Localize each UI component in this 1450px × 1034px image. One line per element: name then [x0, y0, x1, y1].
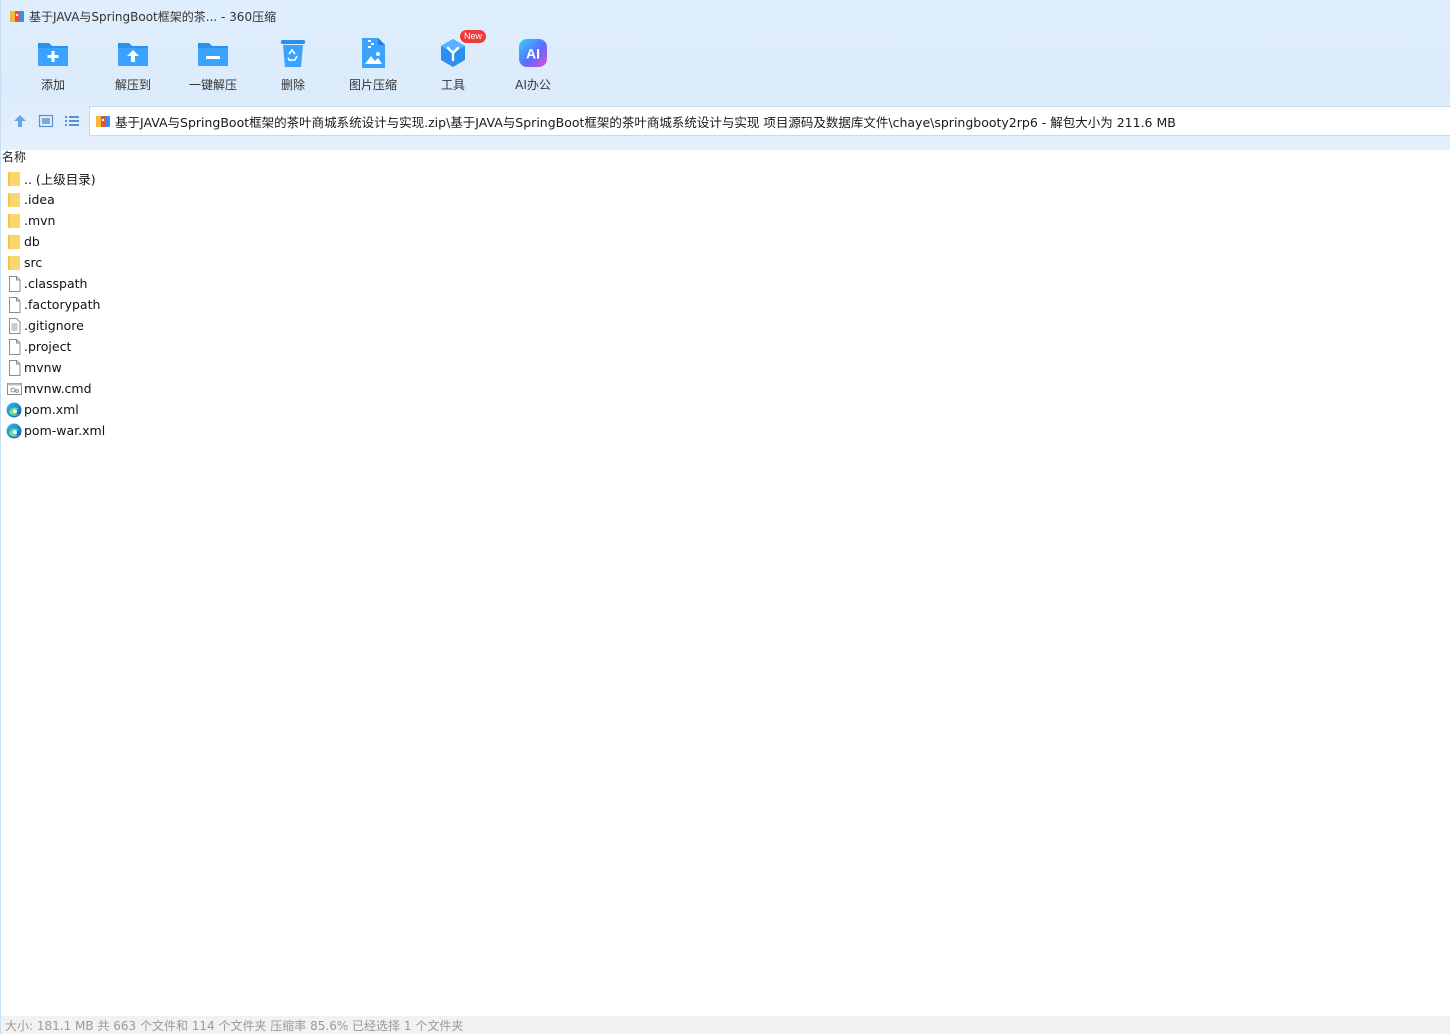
archive-icon [9, 8, 25, 24]
tools-icon: New [436, 30, 486, 70]
add-button[interactable]: 添加 [13, 36, 93, 100]
file-name: mvnw.cmd [24, 381, 92, 396]
ai-office-label: AI办公 [515, 78, 551, 92]
toolbar: 添加 解压到 一键解压 删除 图片压缩 New 工具 AI AI办公 [13, 30, 573, 100]
folder-icon [6, 212, 22, 230]
file-name: .project [24, 339, 72, 354]
ai-office-icon: AI [516, 36, 550, 70]
status-bar: 大小: 181.1 MB 共 663 个文件和 114 个文件夹 压缩率 85.… [1, 1016, 1450, 1034]
arrow-up-icon [14, 115, 26, 127]
title-bar: 基于JAVA与SpringBoot框架的茶... - 360压缩 [1, 0, 1450, 32]
add-label: 添加 [40, 78, 65, 92]
folder-icon [6, 233, 22, 251]
one-click-extract-icon [196, 36, 230, 70]
list-item[interactable]: db [1, 231, 601, 252]
list-item[interactable]: mvnw [1, 357, 601, 378]
navigation-bar: 基于JAVA与SpringBoot框架的茶叶商城系统设计与实现.zip\基于JA… [1, 106, 1450, 136]
list-item[interactable]: mvnw.cmd [1, 378, 601, 399]
file-icon [6, 296, 22, 314]
list-item[interactable]: .idea [1, 189, 601, 210]
one-click-extract-label: 一键解压 [188, 78, 237, 92]
folder-icon [6, 191, 22, 209]
file-list: .. (上级目录) .idea .mvn db src .classpath .factor… [1, 168, 601, 441]
list-item[interactable]: .classpath [1, 273, 601, 294]
path-text: 基于JAVA与SpringBoot框架的茶叶商城系统设计与实现.zip\基于JA… [115, 114, 1176, 130]
list-view-icon [65, 116, 79, 126]
file-icon [6, 359, 22, 377]
list-item[interactable]: .factorypath [1, 294, 601, 315]
extract-to-label: 解压到 [114, 78, 151, 92]
file-name: .idea [24, 192, 55, 207]
list-item[interactable]: pom.xml [1, 399, 601, 420]
image-compress-button[interactable]: 图片压缩 [333, 36, 413, 100]
list-view-button[interactable] [59, 108, 85, 134]
up-level-button[interactable] [7, 108, 33, 134]
file-name: db [24, 234, 40, 249]
file-name: .. (上级目录) [24, 172, 96, 187]
tools-button[interactable]: New 工具 [413, 30, 493, 100]
top-area: 基于JAVA与SpringBoot框架的茶... - 360压缩 添加 解压到 … [1, 0, 1450, 150]
text-file-icon [6, 317, 22, 335]
tools-label: 工具 [440, 78, 465, 92]
list-item[interactable]: .mvn [1, 210, 601, 231]
file-name: mvnw [24, 360, 62, 375]
folder-icon [6, 254, 22, 272]
delete-button[interactable]: 删除 [253, 36, 333, 100]
edge-xml-icon [6, 401, 22, 419]
ai-icon-text: AI [526, 46, 540, 62]
list-header: 名称 [1, 146, 1450, 166]
one-click-extract-button[interactable]: 一键解压 [173, 36, 253, 100]
file-icon [6, 338, 22, 356]
path-address-bar[interactable]: 基于JAVA与SpringBoot框架的茶叶商城系统设计与实现.zip\基于JA… [89, 106, 1450, 136]
list-item[interactable]: src [1, 252, 601, 273]
edge-xml-icon [6, 422, 22, 440]
thumbnail-view-button[interactable] [33, 108, 59, 134]
file-icon [6, 275, 22, 293]
status-text: 大小: 181.1 MB 共 663 个文件和 114 个文件夹 压缩率 85.… [5, 1018, 464, 1033]
image-compress-label: 图片压缩 [348, 78, 397, 92]
file-name: pom.xml [24, 402, 79, 417]
ai-office-button[interactable]: AI AI办公 [493, 36, 573, 100]
file-name: .gitignore [24, 318, 84, 333]
list-item[interactable]: .project [1, 336, 601, 357]
file-name: .mvn [24, 213, 56, 228]
cmd-file-icon [6, 380, 22, 398]
list-item[interactable]: .gitignore [1, 315, 601, 336]
archive-icon [95, 113, 111, 129]
app-window: 基于JAVA与SpringBoot框架的茶... - 360压缩 添加 解压到 … [0, 0, 1450, 1034]
list-item[interactable]: pom-war.xml [1, 420, 601, 441]
file-name: .factorypath [24, 297, 101, 312]
column-header-name[interactable]: 名称 [2, 148, 26, 165]
delete-label: 删除 [280, 78, 305, 92]
image-compress-icon [356, 36, 390, 70]
recycle-bin-icon [276, 36, 310, 70]
folder-icon [6, 170, 22, 188]
extract-to-button[interactable]: 解压到 [93, 36, 173, 100]
add-folder-icon [36, 36, 70, 70]
list-item[interactable]: .. (上级目录) [1, 168, 601, 189]
file-name: src [24, 255, 43, 270]
new-badge: New [459, 30, 486, 43]
window-title: 基于JAVA与SpringBoot框架的茶... - 360压缩 [29, 9, 277, 24]
file-name: .classpath [24, 276, 88, 291]
file-name: pom-war.xml [24, 423, 106, 438]
extract-to-icon [116, 36, 150, 70]
thumbnail-view-icon [38, 114, 54, 128]
